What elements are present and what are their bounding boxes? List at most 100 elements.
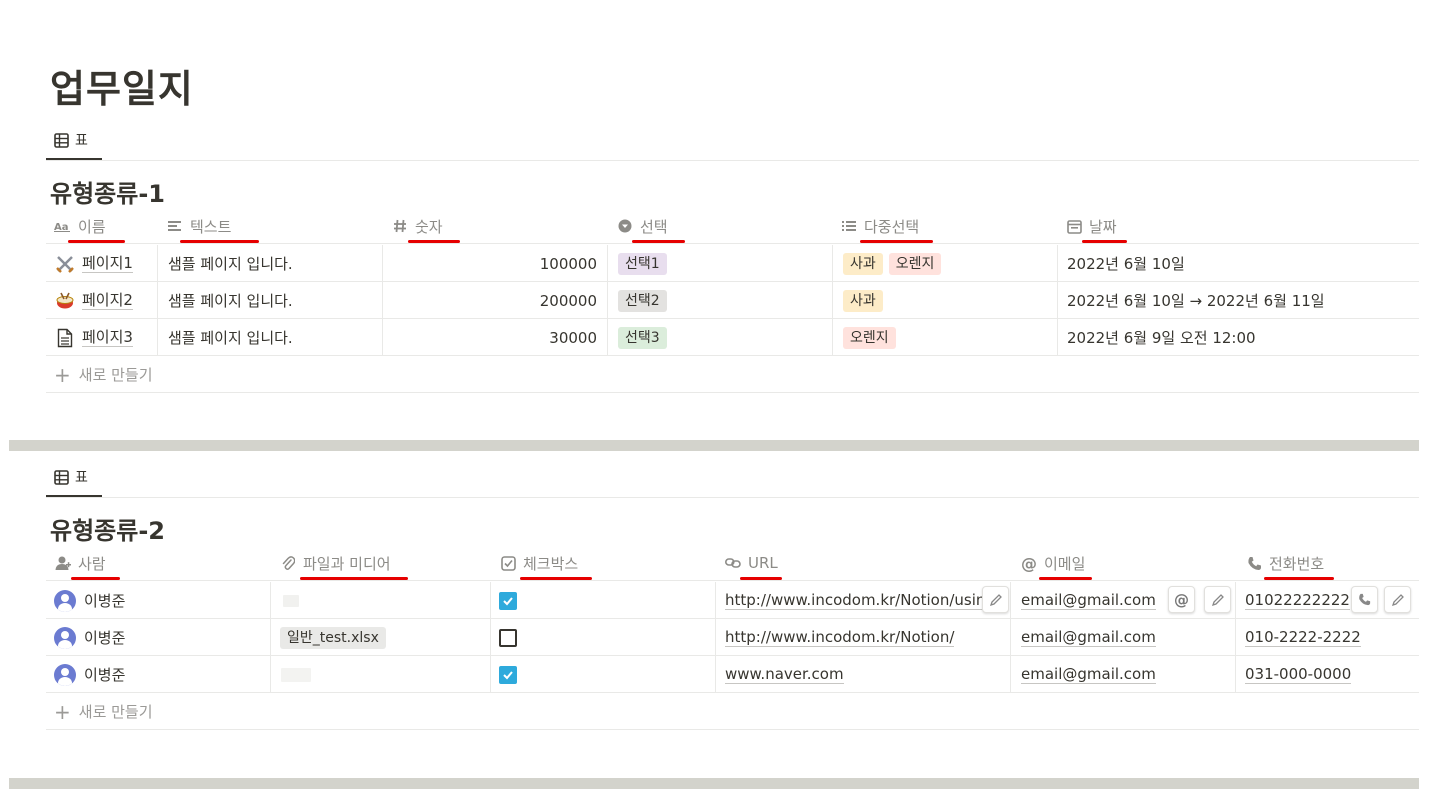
select-cell[interactable]: 선택1 <box>608 245 833 282</box>
checkbox-checked[interactable] <box>499 665 517 684</box>
page-name: 페이지2 <box>82 291 133 310</box>
send-email-button[interactable]: @ <box>1168 586 1195 613</box>
file-thumbnail-icon <box>281 667 311 682</box>
email-cell[interactable]: email@gmail.com <box>1011 656 1236 693</box>
annotation-underline <box>1082 240 1127 243</box>
column-header-date[interactable]: 날짜 <box>1065 208 1117 244</box>
at-icon: @ <box>1174 590 1189 609</box>
text-aa-icon: Aa <box>54 217 72 235</box>
new-row-button[interactable]: + 새로 만들기 <box>46 694 1419 730</box>
column-label: 전화번호 <box>1269 554 1325 573</box>
phone-link[interactable]: 010-2222-2222 <box>1245 628 1361 647</box>
text-cell[interactable]: 샘플 페이지 입니다. <box>158 245 383 282</box>
checkbox-unchecked[interactable] <box>499 628 517 647</box>
paperclip-icon <box>279 554 297 572</box>
person-cell[interactable]: 이병준 <box>46 582 271 619</box>
url-cell[interactable]: http://www.incodom.kr/Notion/using <box>716 582 1011 619</box>
checkbox-cell[interactable] <box>491 619 716 656</box>
table-row[interactable]: 이병준 일반_test.xlsx http://www.incodom.kr/N… <box>46 619 1419 656</box>
multi-select-tag: 오렌지 <box>843 326 896 349</box>
table-row[interactable]: 페이지2 샘플 페이지 입니다. 200000 선택2 사과 2022년 6월 … <box>46 282 1419 319</box>
multi-select-cell[interactable]: 사과 오렌지 <box>833 245 1058 282</box>
url-link[interactable]: http://www.incodom.kr/Notion/ <box>725 628 955 647</box>
column-header-checkbox[interactable]: 체크박스 <box>499 545 578 581</box>
table-row[interactable]: 이병준 http://www.incodom.kr/Notion/using e… <box>46 582 1419 619</box>
column-header-email[interactable]: @ 이메일 <box>1020 545 1085 581</box>
select-cell[interactable]: 선택2 <box>608 282 833 319</box>
column-header-text[interactable]: 텍스트 <box>166 208 231 244</box>
name-cell[interactable]: 페이지1 <box>46 245 158 282</box>
column-label: 사람 <box>78 554 106 573</box>
number-cell[interactable]: 30000 <box>383 319 608 356</box>
calendar-icon <box>1065 217 1083 235</box>
person-cell[interactable]: 이병준 <box>46 619 271 656</box>
phone-link[interactable]: 031-000-0000 <box>1245 665 1352 684</box>
list-icon <box>840 217 858 235</box>
multi-select-cell[interactable]: 오렌지 <box>833 319 1058 356</box>
table-row[interactable]: 페이지3 샘플 페이지 입니다. 30000 선택3 오렌지 2022년 6월 … <box>46 319 1419 356</box>
column-header-files[interactable]: 파일과 미디어 <box>279 545 391 581</box>
url-cell[interactable]: www.naver.com <box>716 656 1011 693</box>
table-row[interactable]: 이병준 www.naver.com email@gmail.com 031-00… <box>46 656 1419 693</box>
checkbox-cell[interactable] <box>491 656 716 693</box>
call-phone-button[interactable] <box>1351 586 1378 613</box>
section-divider <box>9 440 1419 451</box>
edit-url-button[interactable] <box>982 586 1009 613</box>
database-title: 유형종류-1 <box>50 180 165 208</box>
view-tab-table[interactable]: 표 <box>46 122 102 160</box>
email-link[interactable]: email@gmail.com <box>1021 628 1156 647</box>
email-cell[interactable]: email@gmail.com <box>1011 619 1236 656</box>
view-tab-table[interactable]: 표 <box>46 459 102 497</box>
date-cell[interactable]: 2022년 6월 10일 → 2022년 6월 11일 <box>1058 282 1419 319</box>
column-header-number[interactable]: 숫자 <box>391 208 443 244</box>
column-header-person[interactable]: 사람 <box>54 545 106 581</box>
column-header-select[interactable]: 선택 <box>616 208 668 244</box>
date-cell[interactable]: 2022년 6월 9일 오전 12:00 <box>1058 319 1419 356</box>
database-title: 유형종류-2 <box>50 517 165 545</box>
phone-icon <box>1245 554 1263 572</box>
file-cell[interactable] <box>271 582 491 619</box>
page-icon <box>54 327 76 349</box>
pencil-icon <box>989 593 1002 606</box>
file-cell[interactable]: 일반_test.xlsx <box>271 619 491 656</box>
new-row-button[interactable]: + 새로 만들기 <box>46 357 1419 393</box>
multi-select-cell[interactable]: 사과 <box>833 282 1058 319</box>
avatar <box>54 626 76 649</box>
file-chip[interactable]: 일반_test.xlsx <box>280 626 386 649</box>
text-cell[interactable]: 샘플 페이지 입니다. <box>158 282 383 319</box>
edit-phone-button[interactable] <box>1384 586 1411 613</box>
person-name: 이병준 <box>84 592 126 610</box>
file-cell[interactable] <box>271 656 491 693</box>
edit-email-button[interactable] <box>1204 586 1231 613</box>
date-cell[interactable]: 2022년 6월 10일 <box>1058 245 1419 282</box>
check-icon <box>503 596 513 605</box>
table-row[interactable]: 페이지1 샘플 페이지 입니다. 100000 선택1 사과 오렌지 2022년… <box>46 245 1419 282</box>
name-cell[interactable]: 페이지2 <box>46 282 158 319</box>
phone-link[interactable]: 01022222222 <box>1245 591 1350 610</box>
url-link[interactable]: www.naver.com <box>725 665 844 684</box>
checkbox-cell[interactable] <box>491 582 716 619</box>
view-divider <box>46 497 1419 498</box>
number-cell[interactable]: 200000 <box>383 282 608 319</box>
number-cell[interactable]: 100000 <box>383 245 608 282</box>
person-icon <box>54 554 72 572</box>
phone-cell[interactable]: 010-2222-2222 <box>1236 619 1419 656</box>
page-name: 페이지1 <box>82 254 133 273</box>
url-link[interactable]: http://www.incodom.kr/Notion/using <box>725 591 995 610</box>
column-header-name[interactable]: Aa 이름 <box>54 208 106 244</box>
text-cell[interactable]: 샘플 페이지 입니다. <box>158 319 383 356</box>
email-cell[interactable]: email@gmail.com <box>1011 582 1236 619</box>
select-tag: 선택1 <box>618 252 667 275</box>
column-header-phone[interactable]: 전화번호 <box>1245 545 1324 581</box>
column-header-url[interactable]: URL <box>724 545 778 581</box>
name-cell[interactable]: 페이지3 <box>46 319 158 356</box>
email-link[interactable]: email@gmail.com <box>1021 665 1156 684</box>
phone-cell[interactable]: 031-000-0000 <box>1236 656 1419 693</box>
select-cell[interactable]: 선택3 <box>608 319 833 356</box>
url-cell[interactable]: http://www.incodom.kr/Notion/ <box>716 619 1011 656</box>
plus-icon: + <box>54 362 71 387</box>
checkbox-checked[interactable] <box>499 591 517 610</box>
column-header-multi-select[interactable]: 다중선택 <box>840 208 919 244</box>
email-link[interactable]: email@gmail.com <box>1021 591 1156 610</box>
person-cell[interactable]: 이병준 <box>46 656 271 693</box>
